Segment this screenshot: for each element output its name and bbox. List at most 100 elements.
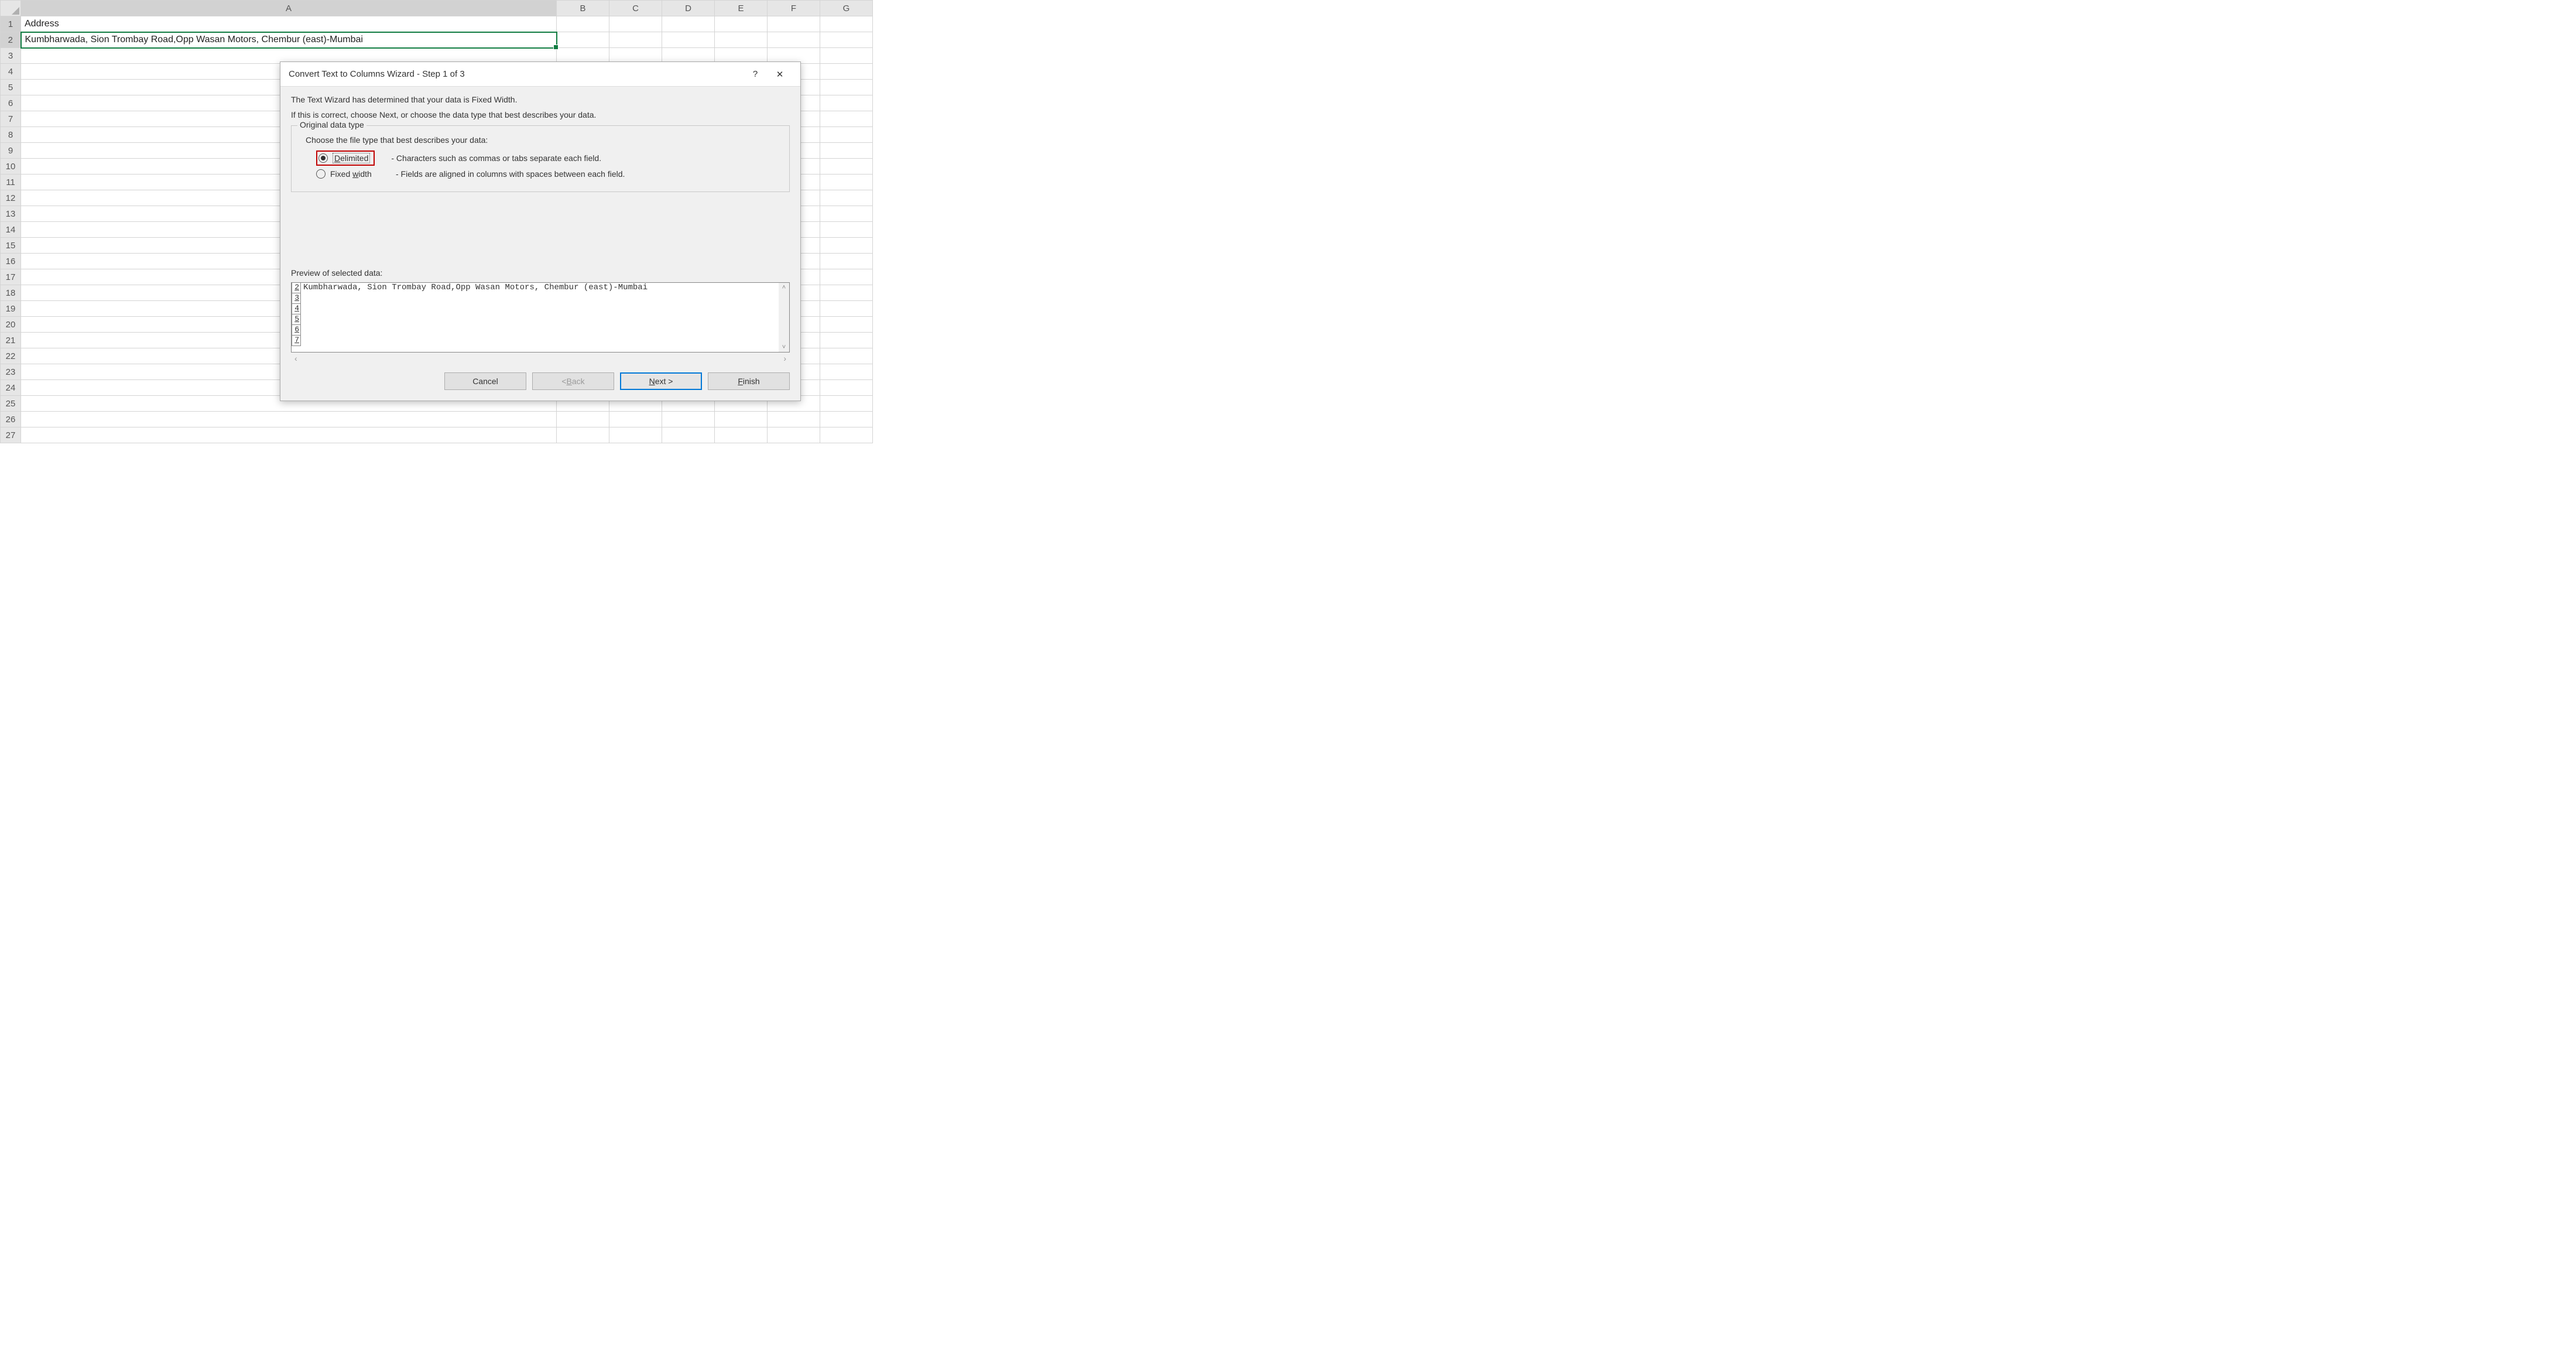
cell-G8[interactable] [820,127,873,143]
cancel-button[interactable]: Cancel [444,372,526,390]
preview-horizontal-scrollbar[interactable]: ‹ › [291,353,790,364]
preview-line-number: 4 [292,304,301,314]
row-header-23[interactable]: 23 [1,364,21,380]
cell-E1[interactable] [715,16,768,32]
cell-G1[interactable] [820,16,873,32]
cell-F27[interactable] [768,427,820,443]
cell-F2[interactable] [768,32,820,48]
radio-option-fixed-width[interactable]: Fixed width - Fields are aligned in colu… [316,169,781,179]
row-header-27[interactable]: 27 [1,427,21,443]
row-header-19[interactable]: 19 [1,301,21,317]
cell-G20[interactable] [820,317,873,333]
cell-G16[interactable] [820,254,873,269]
cell-B2[interactable] [557,32,609,48]
cell-C27[interactable] [609,427,662,443]
cell-B26[interactable] [557,412,609,427]
row-header-10[interactable]: 10 [1,159,21,175]
finish-button[interactable]: Finish [708,372,790,390]
cell-E27[interactable] [715,427,768,443]
row-header-17[interactable]: 17 [1,269,21,285]
next-button[interactable]: Next > [620,372,702,390]
col-header-G[interactable]: G [820,1,873,16]
row-header-12[interactable]: 12 [1,190,21,206]
row-header-18[interactable]: 18 [1,285,21,301]
cell-G22[interactable] [820,348,873,364]
row-header-15[interactable]: 15 [1,238,21,254]
cell-G3[interactable] [820,48,873,64]
row-header-11[interactable]: 11 [1,175,21,190]
close-button[interactable]: ✕ [768,62,792,87]
cell-F1[interactable] [768,16,820,32]
col-header-F[interactable]: F [768,1,820,16]
row-header-6[interactable]: 6 [1,95,21,111]
preview-vertical-scrollbar[interactable]: ˄ ˅ [779,283,789,352]
cell-D1[interactable] [662,16,715,32]
cell-A1[interactable]: Address [21,16,557,32]
cell-G24[interactable] [820,380,873,396]
col-header-E[interactable]: E [715,1,768,16]
cell-D27[interactable] [662,427,715,443]
help-button[interactable]: ? [743,62,768,87]
row-header-22[interactable]: 22 [1,348,21,364]
cell-D26[interactable] [662,412,715,427]
row-header-20[interactable]: 20 [1,317,21,333]
row-header-25[interactable]: 25 [1,396,21,412]
cell-G13[interactable] [820,206,873,222]
cell-G17[interactable] [820,269,873,285]
cell-G15[interactable] [820,238,873,254]
cell-D2[interactable] [662,32,715,48]
cell-E26[interactable] [715,412,768,427]
cell-G18[interactable] [820,285,873,301]
cell-G26[interactable] [820,412,873,427]
cell-G25[interactable] [820,396,873,412]
cell-G14[interactable] [820,222,873,238]
cell-G27[interactable] [820,427,873,443]
data-preview: 2Kumbharwada, Sion Trombay Road,Opp Wasa… [291,282,790,353]
col-header-C[interactable]: C [609,1,662,16]
preview-row: 4 [292,304,779,314]
cell-G11[interactable] [820,175,873,190]
col-header-B[interactable]: B [557,1,609,16]
row-header-5[interactable]: 5 [1,80,21,95]
select-all-corner[interactable] [1,1,21,16]
cell-G21[interactable] [820,333,873,348]
cell-B27[interactable] [557,427,609,443]
col-header-A[interactable]: A [21,1,557,16]
row-header-13[interactable]: 13 [1,206,21,222]
cell-F26[interactable] [768,412,820,427]
cell-C2[interactable] [609,32,662,48]
row-header-26[interactable]: 26 [1,412,21,427]
row-header-21[interactable]: 21 [1,333,21,348]
row-header-7[interactable]: 7 [1,111,21,127]
row-header-16[interactable]: 16 [1,254,21,269]
preview-line-text [301,304,303,314]
cell-G19[interactable] [820,301,873,317]
row-header-9[interactable]: 9 [1,143,21,159]
cell-G23[interactable] [820,364,873,380]
row-header-1[interactable]: 1 [1,16,21,32]
row-header-8[interactable]: 8 [1,127,21,143]
cell-G12[interactable] [820,190,873,206]
cell-A26[interactable] [21,412,557,427]
row-header-2[interactable]: 2 [1,32,21,48]
cell-G2[interactable] [820,32,873,48]
cell-G6[interactable] [820,95,873,111]
cell-C1[interactable] [609,16,662,32]
cell-G10[interactable] [820,159,873,175]
cell-B1[interactable] [557,16,609,32]
cell-A2[interactable]: Kumbharwada, Sion Trombay Road,Opp Wasan… [21,32,557,48]
row-header-4[interactable]: 4 [1,64,21,80]
radio-option-delimited[interactable]: Delimited - Characters such as commas or… [316,150,781,166]
row-header-24[interactable]: 24 [1,380,21,396]
cell-E2[interactable] [715,32,768,48]
row-header-3[interactable]: 3 [1,48,21,64]
col-header-D[interactable]: D [662,1,715,16]
cell-C26[interactable] [609,412,662,427]
cell-G4[interactable] [820,64,873,80]
cell-G9[interactable] [820,143,873,159]
cell-G5[interactable] [820,80,873,95]
back-button[interactable]: < Back [532,372,614,390]
cell-A27[interactable] [21,427,557,443]
row-header-14[interactable]: 14 [1,222,21,238]
cell-G7[interactable] [820,111,873,127]
